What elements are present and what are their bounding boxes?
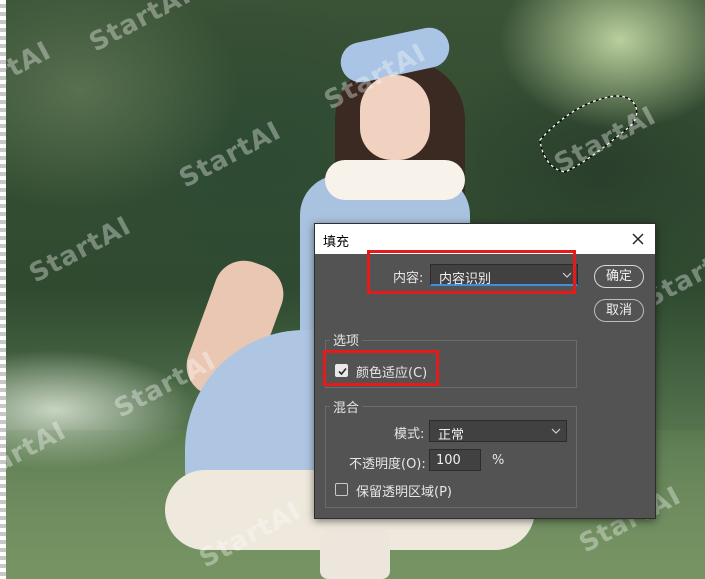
mode-dropdown[interactable]: 正常 [429, 420, 567, 443]
fill-dialog: 填充 内容: 内容识别 确定 取消 选项 颜色适应(C) 混合 模式: 正常 不… [314, 223, 656, 519]
chevron-down-icon [562, 272, 572, 278]
color-adapt-label[interactable]: 颜色适应(C) [356, 362, 427, 381]
color-adapt-checkbox[interactable] [335, 364, 348, 377]
mode-label: 模式: [394, 427, 425, 442]
content-value: 内容识别 [439, 272, 492, 287]
opacity-unit: % [492, 453, 505, 468]
preserve-transparency-checkbox[interactable] [335, 483, 348, 496]
chevron-down-icon [551, 428, 561, 434]
preserve-transparency-label[interactable]: 保留透明区域(P) [356, 481, 452, 500]
content-label: 内容: [393, 271, 424, 286]
checkmark-icon [338, 367, 347, 376]
opacity-label: 不透明度(O): [349, 457, 426, 472]
cancel-button[interactable]: 取消 [594, 299, 644, 322]
ok-button[interactable]: 确定 [594, 265, 644, 288]
options-group-title: 选项 [330, 330, 363, 349]
dialog-titlebar[interactable]: 填充 [315, 224, 655, 254]
mode-value: 正常 [438, 428, 465, 443]
dialog-title: 填充 [323, 235, 350, 250]
close-icon[interactable] [627, 228, 649, 250]
blend-group-title: 混合 [330, 397, 363, 416]
opacity-input[interactable] [429, 449, 481, 471]
transparency-checker [0, 0, 6, 579]
content-dropdown[interactable]: 内容识别 [430, 264, 578, 287]
